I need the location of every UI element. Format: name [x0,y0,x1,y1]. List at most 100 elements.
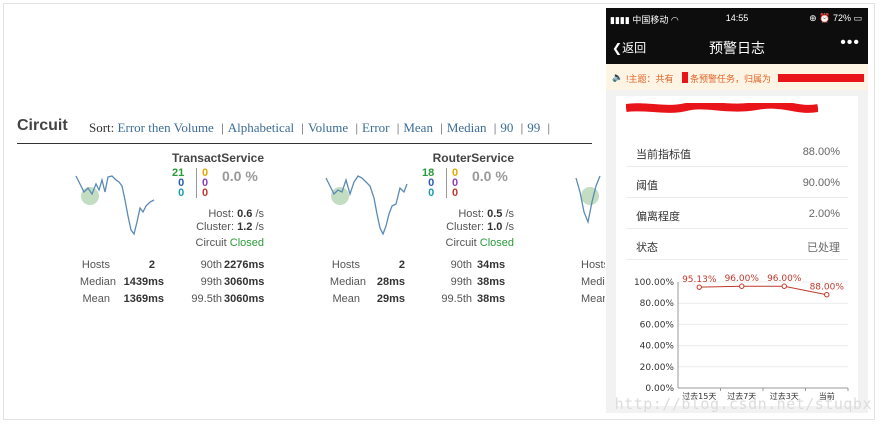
speaker-icon: 🔈 [612,72,624,82]
more-menu-button[interactable]: ••• [840,34,860,52]
stat-label-90th: 90th [450,259,472,271]
stat-label-hosts: Hosts [81,259,110,271]
hystrix-dashboard: Circuit Sort: Error then Volume | Alphabe… [0,0,605,424]
error-percentage: 0.0 % [472,168,508,184]
stat-label-mean: Mean [581,293,605,305]
alert-detail-panel: 当前指标值 88.00% 阈值 90.00% 偏离程度 2.00% 状态 已处理… [616,96,858,406]
stat-label-hosts: Hosts [581,259,605,271]
page-title: 预警日志 [709,40,765,56]
traffic-sparkline [575,175,601,225]
error-percentage: 0.0 % [222,168,258,184]
metric-value: 2.00% [808,208,840,220]
metric-row-deviation: 偏离程度 2.00% [626,198,848,229]
redaction-mark [682,72,688,83]
sort-mean[interactable]: Mean [403,120,433,135]
traffic-sparkline [325,175,408,236]
cluster-rate-value: 1.2 [237,221,253,233]
stat-value-mean: 1369ms [123,293,164,305]
data-label: 88.00% [810,283,845,293]
data-point [824,292,830,298]
mobile-screen: ▮▮▮▮ 中国移动 ◠ 14:55 ⊕ ⏰ 72% ▭ ❮返回 预警日志 •••… [606,8,868,413]
host-rate-value: 0.5 [487,208,503,220]
service-name: TransactService [171,151,264,165]
circuit-status: Circuit Closed [196,237,264,249]
metric-value: 90.00% [802,177,840,189]
battery-icon: ▭ [853,13,862,23]
metric-value: 88.00% [802,146,840,158]
metric-label: 偏离程度 [636,211,680,223]
data-label: 96.00% [767,274,802,284]
sort-90[interactable]: 90 [500,120,513,135]
cluster-rate-unit: /s [255,221,264,233]
latency-stats: Hosts 2 90th 2276ms Median 1439ms 99th 3060ms … [72,257,272,308]
metric-row-status: 状态 已处理 [626,229,848,260]
cluster-rate-value: 1.0 [487,221,503,233]
alarm-icon: ⏰ [819,13,831,23]
stat-label-mean: Mean [332,293,360,305]
health-bubble [581,187,599,205]
count-failure: 0 [452,187,459,199]
count-divider [196,168,197,198]
circuit-card-partial: Hosts Median Mean [572,150,605,310]
header-divider [17,143,592,144]
stat-label-90th: 90th [200,259,222,271]
y-tick-label: 80.00% [640,299,675,309]
stat-value-median: 1439ms [123,276,164,288]
stat-value-hosts: 2 [398,259,405,271]
stat-label-99-5th: 99.5th [191,293,222,305]
circuit-header: Circuit Sort: Error then Volume | Alphabe… [17,117,605,143]
lock-icon: ⊕ [809,13,817,23]
sort-error-then-volume[interactable]: Error then Volume [118,120,214,135]
y-tick-label: 40.00% [640,342,675,352]
cluster-rate-label: Cluster: [446,221,485,233]
failure-counts: 0 0 0 [202,168,208,199]
sort-separator: | [301,120,304,135]
stat-label-median: Median [581,276,605,288]
notice-bar: 🔈 !主题：共有 条预警任务，归属为 [606,64,868,90]
stat-label-99-5th: 99.5th [441,293,472,305]
metric-row-threshold: 阈值 90.00% [626,167,848,198]
count-bad-request: 0 [428,187,435,199]
stat-label-mean: Mean [82,293,110,305]
host-rate-line: Host: 0.6 /s [196,208,264,221]
data-point [696,284,702,290]
cluster-rate-line: Cluster: 1.2 /s [196,221,264,234]
sort-label: Sort: [89,120,115,135]
sort-bar: Sort: Error then Volume | Alphabetical | V… [89,120,554,136]
circuit-card-router-service: RouterService 18 0 0 0 0 0 0.0 % Host: 0… [322,150,522,310]
circuit-title: Circuit [17,117,68,134]
sort-error[interactable]: Error [362,120,389,135]
stat-value-hosts: 2 [148,259,155,271]
sort-median[interactable]: Median [447,120,487,135]
request-rates: Host: 0.5 /s Cluster: 1.0 /s [446,208,514,234]
y-tick-label: 60.00% [640,320,675,330]
data-label: 96.00% [725,274,760,284]
request-rates: Host: 0.6 /s Cluster: 1.2 /s [196,208,264,234]
success-counts: 18 0 0 [422,168,435,199]
notice-middle: 条预警任务，归属为 [690,74,772,84]
circuit-card-transact-service: TransactService 21 0 0 0 0 0 0.0 % Host:… [72,150,272,310]
stat-value-99-5th: 38ms [477,293,506,305]
data-point [781,283,787,289]
host-rate-label: Host: [458,208,485,220]
sort-volume[interactable]: Volume [308,120,348,135]
sort-separator: | [547,120,551,135]
count-divider [446,168,447,198]
stat-label-99th: 99th [200,276,222,288]
sort-99[interactable]: 99 [527,120,540,135]
sort-separator: | [520,120,524,135]
notice-prefix: !主题：共有 [626,74,674,84]
stat-value-median: 28ms [376,276,405,288]
watermark-text: http://blog.csdn.net/stuqbx [614,395,872,413]
battery-percent: 72% [832,13,851,23]
cluster-rate-unit: /s [505,221,514,233]
circuit-status-label: Circuit [195,237,227,249]
failure-counts: 0 0 0 [452,168,459,199]
host-rate-value: 0.6 [237,208,253,220]
sort-alphabetical[interactable]: Alphabetical [228,120,294,135]
circuit-status-value: Closed [229,237,264,249]
metric-label: 当前指标值 [636,149,691,161]
nav-bar: ❮返回 预警日志 ••• [606,28,868,64]
metric-row-current: 当前指标值 88.00% [626,136,848,167]
status-bar: ▮▮▮▮ 中国移动 ◠ 14:55 ⊕ ⏰ 72% ▭ [606,8,868,28]
